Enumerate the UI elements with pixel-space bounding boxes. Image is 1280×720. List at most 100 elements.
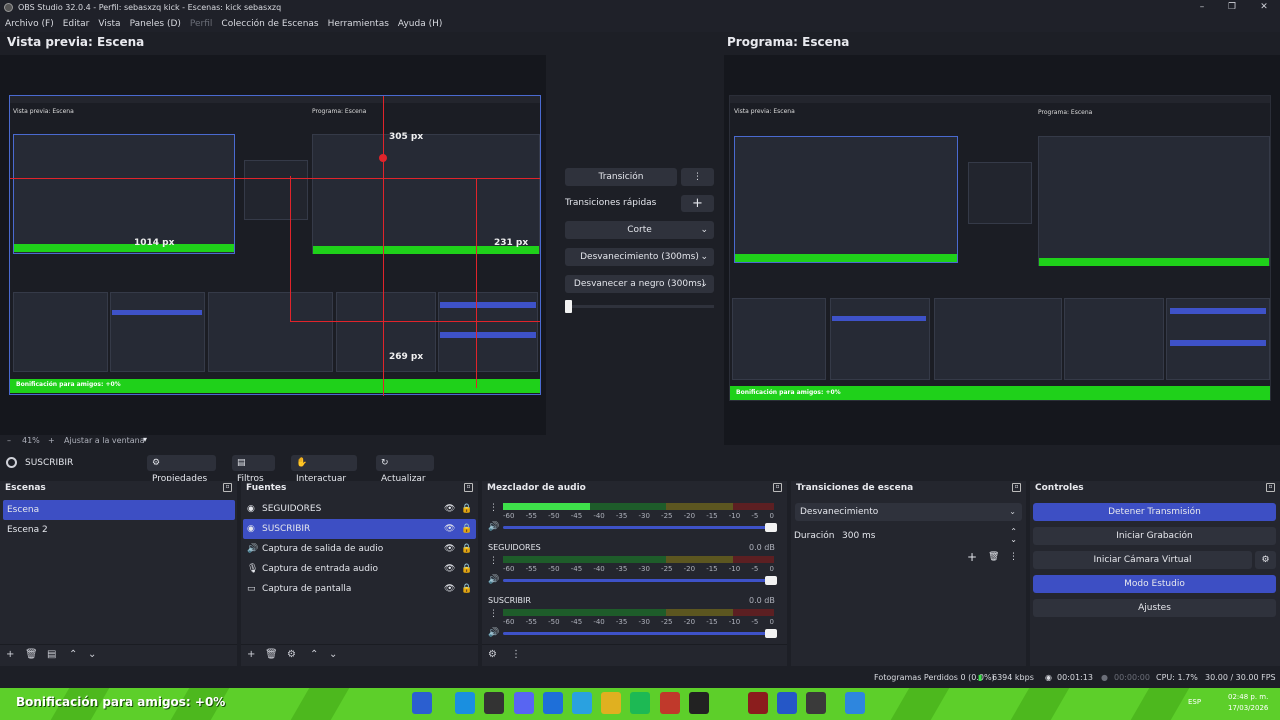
minimize-button[interactable]: – [1186,0,1218,15]
gear-icon[interactable]: ⚙ [287,649,296,660]
start-virtual-camera-button[interactable]: Iniciar Cámara Virtual [1033,551,1252,569]
menu-profile[interactable]: Perfil [190,19,213,29]
menu-tools[interactable]: Herramientas [328,19,389,29]
filter-icon[interactable]: ▤ [47,649,56,660]
source-item[interactable]: ▭ Captura de pantalla 👁 🔒 [243,579,476,599]
chevron-up-icon[interactable]: ⌃ [310,649,318,660]
clock-time[interactable]: 02:48 p. m. [1228,693,1268,701]
transition-menu-icon[interactable]: ⋮ [681,168,714,186]
fit-dropdown-icon[interactable]: ▾ [143,435,147,444]
transition-slider-handle[interactable] [565,300,572,313]
edge-icon[interactable] [572,692,592,714]
app-icon[interactable] [660,692,680,714]
add-quick-transition-icon[interactable]: + [681,195,714,212]
properties-button[interactable]: ⚙ Propiedades [147,455,216,484]
gear-icon[interactable]: ⚙ [488,649,497,660]
app-icon[interactable] [748,692,768,714]
eye-icon[interactable]: 👁 [444,519,455,539]
quick-transition-fade[interactable]: Desvanecimiento (300ms) ⌄ [565,248,714,266]
chevron-down-icon[interactable]: ⌄ [1010,531,1017,549]
source-item[interactable]: ◉ SUSCRIBIR 👁 🔒 [243,519,476,539]
search-icon[interactable] [484,692,504,714]
float-dock-icon[interactable]: ▫ [1266,483,1275,492]
menu-help[interactable]: Ayuda (H) [398,19,442,29]
channel-menu-icon[interactable]: ⋮ [489,609,498,619]
eye-icon[interactable]: 👁 [444,579,455,599]
windows-start-icon[interactable] [455,692,475,714]
lock-icon[interactable]: 🔒 [461,499,472,519]
duration-spinbox[interactable]: 300 ms ⌃ ⌄ [835,527,1022,545]
lock-icon[interactable]: 🔒 [461,579,472,599]
volume-slider[interactable] [503,576,777,585]
zoom-out-button[interactable]: – [7,436,11,445]
start-recording-button[interactable]: Iniciar Grabación [1033,527,1276,545]
chevron-down-icon[interactable]: ⌄ [88,649,96,660]
close-button[interactable]: ✕ [1248,0,1280,15]
volume-slider[interactable] [503,629,777,638]
speaker-icon[interactable]: 🔊 [488,522,499,532]
scene-item[interactable]: Escena [3,500,235,520]
app-icon[interactable] [689,692,709,714]
eye-icon[interactable]: 👁 [444,539,455,559]
trash-icon[interactable]: 🗑 [265,649,278,660]
menu-file[interactable]: Archivo (F) [5,19,54,29]
chevron-up-icon[interactable]: ⌃ [69,649,77,660]
lock-icon[interactable]: 🔒 [461,519,472,539]
obs-icon[interactable] [806,692,826,714]
app-icon[interactable] [412,692,432,714]
transition-slider[interactable] [565,300,714,313]
chrome-icon[interactable] [601,692,621,714]
filters-button[interactable]: ▤ Filtros [232,455,275,484]
studio-mode-button[interactable]: Modo Estudio [1033,575,1276,593]
transition-button[interactable]: Transición [565,168,677,186]
transition-select[interactable]: Desvanecimiento ⌄ [795,503,1022,521]
refresh-button[interactable]: ↻ Actualizar [376,455,434,484]
maximize-button[interactable]: ❐ [1216,0,1248,15]
quick-transition-fade-black[interactable]: Desvanecer a negro (300ms) ⌄ [565,275,714,293]
app-icon[interactable] [543,692,563,714]
app-icon[interactable] [845,692,865,714]
quick-transition-cut[interactable]: Corte ⌄ [565,221,714,239]
language-indicator[interactable]: ESP [1188,698,1201,706]
channel-menu-icon[interactable]: ⋮ [489,503,498,513]
speaker-icon[interactable]: 🔊 [488,575,499,585]
discord-icon[interactable] [514,692,534,714]
source-item[interactable]: 🎙 Captura de entrada audio 👁 🔒 [243,559,476,579]
eye-icon[interactable]: 👁 [444,559,455,579]
menu-docks[interactable]: Paneles (D) [130,19,181,29]
speaker-icon[interactable]: 🔊 [488,628,499,638]
add-icon[interactable]: + [967,550,977,564]
app-icon[interactable] [777,692,797,714]
trash-icon[interactable]: 🗑 [988,552,999,562]
chevron-down-icon[interactable]: ⌄ [329,649,337,660]
menu-edit[interactable]: Editar [63,19,90,29]
menu-icon[interactable]: ⋮ [1009,552,1018,562]
menu-icon[interactable]: ⋮ [511,649,521,660]
volume-slider-handle[interactable] [765,576,777,585]
float-dock-icon[interactable]: ▫ [464,483,473,492]
preview-canvas[interactable]: Vista previa: Escena Programa: Escena Bo… [0,55,546,435]
channel-menu-icon[interactable]: ⋮ [489,556,498,566]
add-icon[interactable]: + [247,649,255,660]
float-dock-icon[interactable]: ▫ [1012,483,1021,492]
interact-button[interactable]: ✋ Interactuar [291,455,357,484]
virtual-camera-settings-gear-icon[interactable]: ⚙ [1255,551,1276,569]
source-item[interactable]: 🔊 Captura de salida de audio 👁 🔒 [243,539,476,559]
stop-streaming-button[interactable]: Detener Transmisión [1033,503,1276,521]
volume-slider-handle[interactable] [765,523,777,532]
settings-button[interactable]: Ajustes [1033,599,1276,617]
trash-icon[interactable]: 🗑 [25,649,38,660]
eye-icon[interactable]: 👁 [444,499,455,519]
scene-item[interactable]: Escena 2 [3,520,235,540]
spotify-icon[interactable] [630,692,650,714]
menu-scene-collection[interactable]: Colección de Escenas [221,19,318,29]
volume-slider[interactable] [503,523,777,532]
float-dock-icon[interactable]: ▫ [773,483,782,492]
menu-view[interactable]: Vista [98,19,120,29]
source-item[interactable]: ◉ SEGUIDORES 👁 🔒 [243,499,476,519]
clock-date[interactable]: 17/03/2026 [1228,704,1268,712]
float-dock-icon[interactable]: ▫ [223,483,232,492]
zoom-in-button[interactable]: + [48,436,55,445]
lock-icon[interactable]: 🔒 [461,539,472,559]
lock-icon[interactable]: 🔒 [461,559,472,579]
